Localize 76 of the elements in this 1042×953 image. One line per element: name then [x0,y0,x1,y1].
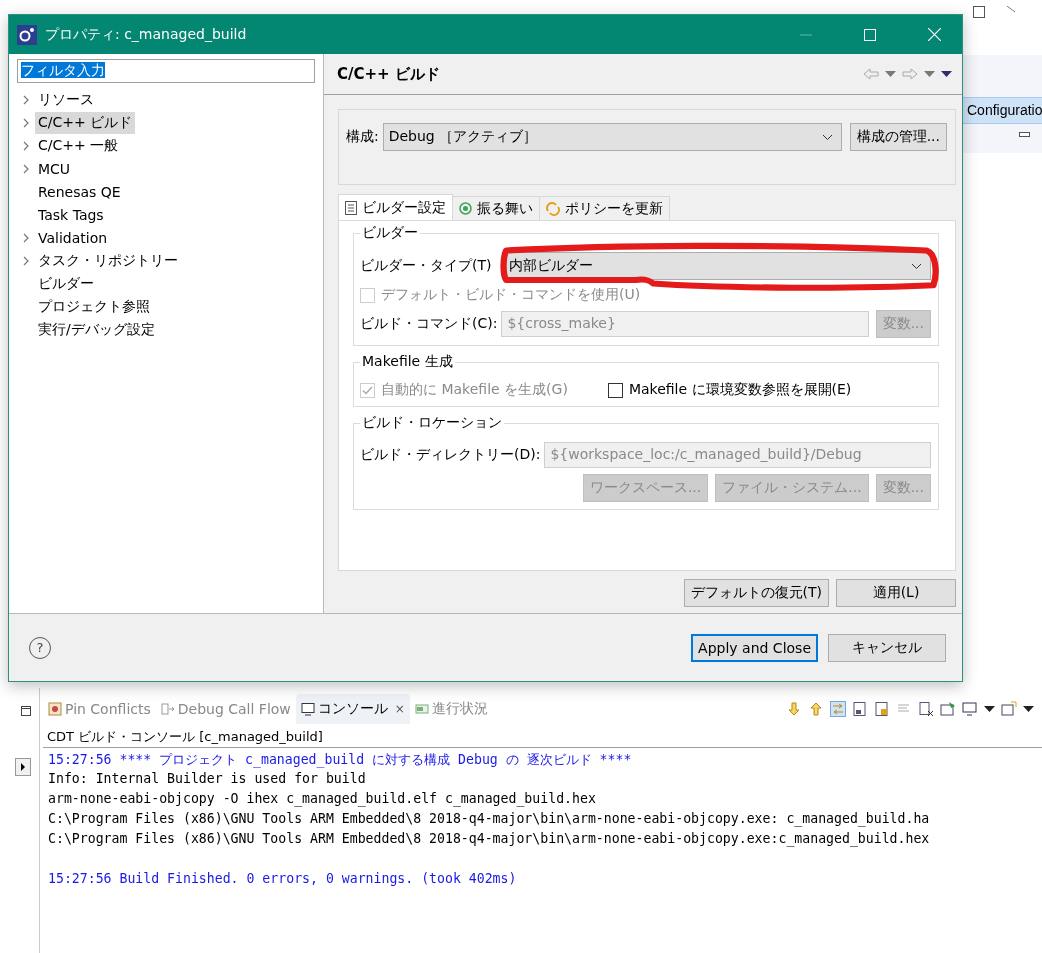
checkbox[interactable] [607,382,623,398]
close-tab-button[interactable]: × [394,702,405,716]
tree-item[interactable]: Task Tags [35,204,107,225]
maximize-icon [864,28,876,41]
minimize-icon [800,33,812,36]
configuration-dropdown[interactable]: Debug ［アクティブ］ [382,123,842,151]
group-title: Makefile 生成 [360,353,455,371]
chevron-icon[interactable] [23,94,29,105]
tree-item[interactable]: プロジェクト参照 [35,295,153,318]
monitor-icon[interactable] [962,701,978,717]
app-icon [17,24,37,45]
radio-icon [459,202,472,215]
progress-icon [414,702,429,716]
console-tab[interactable]: 進行状況 [409,694,493,724]
checkbox-label: 自動的に Makefile を生成(G) [381,381,568,399]
chevron-icon[interactable] [23,163,29,174]
scroll-right-icon[interactable] [15,758,31,776]
header-tab[interactable]: Configuratio [963,97,1042,124]
minimize-icon[interactable] [1019,132,1030,137]
tree-item[interactable]: C/C++ 一般 [35,134,122,157]
tab[interactable]: ビルダー設定 [338,194,453,220]
console-tab[interactable]: Pin Conflicts [43,694,156,724]
chevron-icon[interactable] [23,140,29,151]
build-command-label: ビルド・コマンド(C): [360,315,498,333]
caret-icon[interactable] [984,706,995,712]
page-button[interactable]: デフォルトの復元(T) [683,579,829,607]
build-directory-label: ビルド・ディレクトリー(D): [360,446,541,464]
maximize-icon[interactable] [973,6,985,18]
console-tab[interactable]: Debug Call Flow [155,694,296,724]
tree-item[interactable]: Renesas QE [35,181,124,202]
new-window-icon[interactable] [1001,701,1017,717]
checkbox-label: Makefile に環境変数参照を展開(E) [628,381,852,399]
configuration-label: 構成: [346,128,379,146]
tree-item[interactable]: タスク・リポジトリー [35,249,181,272]
tab[interactable]: ポリシーを更新 [539,196,670,220]
refresh-icon [546,201,560,216]
console-line: C:\Program Files (x86)\GNU Tools ARM Embedded\8 2018-q4-major\bin\arm-none-eabi-objcopy.exe:c_managed_build.hex [48,831,931,849]
dropdown-caret-icon[interactable] [911,262,922,270]
monitor-icon [300,702,315,716]
maximize-icon[interactable] [21,706,31,716]
dialog-button[interactable]: Apply and Close [691,633,818,662]
tree-item[interactable]: リソース [35,88,97,111]
tree-item[interactable]: 実行/デバッグ設定 [35,318,158,341]
console-line: 15:27:56 **** プロジェクト c_managed_build に対する構成 Debug の 逐次ビルド **** [48,751,633,770]
list-icon [345,200,357,215]
tree-item[interactable]: ビルダー [35,272,97,295]
page-button[interactable]: 適用(L) [836,579,956,607]
group-title: ビルダー [360,224,420,242]
console-tab[interactable]: コンソール × [295,694,410,724]
console-line: C:\Program Files (x86)\GNU Tools ARM Embedded\8 2018-q4-major\bin\arm-none-eabi-objcopy.exe: c_managed_build.ha [48,811,931,829]
group-title: ビルド・ロケーション [360,414,504,432]
chevron-icon[interactable] [23,255,29,266]
caret-icon[interactable] [941,71,952,77]
up-arrow-icon[interactable] [808,701,824,717]
console-line: Info: Internal Builder is used for build [48,771,367,788]
check-icon [362,385,373,395]
tree-item[interactable]: C/C++ ビルド [35,111,136,134]
clear-icon[interactable] [918,701,934,717]
manage-configurations-button[interactable]: 構成の管理... [849,123,947,151]
flow-icon [160,702,175,716]
console-line: arm-none-eabi-objcopy -O ihex c_managed_build.elf c_managed_build.hex [48,791,597,809]
document-icon[interactable] [852,701,868,717]
page-title: C/C++ ビルド [337,64,441,84]
dialog-button[interactable]: キャンセル [828,633,946,662]
builder-type-label: ビルダー・タイプ(T) [360,257,492,275]
tree-item[interactable]: MCU [35,158,74,179]
dropdown-caret-icon[interactable] [821,133,833,141]
console-line: 15:27:56 Build Finished. 0 errors, 0 warnings. (took 402ms) [48,870,518,888]
tree-item[interactable]: Validation [35,227,111,248]
caret-icon[interactable] [1023,706,1034,712]
window-title: プロパティ: c_managed_build [45,25,248,44]
down-arrow-icon[interactable] [786,701,802,717]
chevron-icon[interactable] [23,117,29,128]
checkbox-label: デフォルト・ビルド・コマンドを使用(U) [381,286,641,304]
chevron-icon[interactable] [23,232,29,243]
filter-field[interactable]: フィルタ入力 [17,59,315,83]
